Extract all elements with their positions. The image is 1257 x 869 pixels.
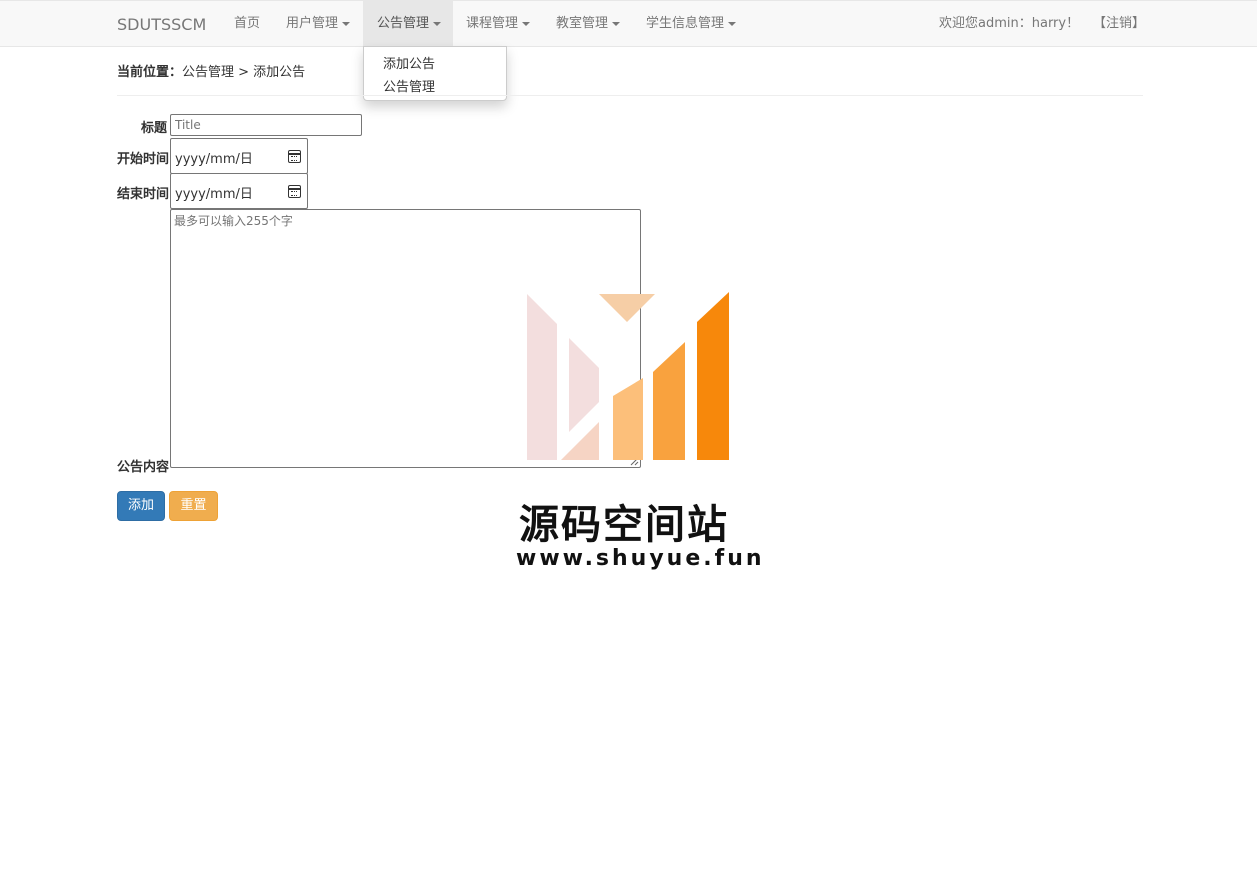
- divider: [117, 95, 1143, 96]
- breadcrumb-prefix: 当前位置：: [117, 65, 183, 80]
- caret-down-icon: [728, 21, 737, 26]
- dropdown-item-notice-management[interactable]: 公告管理: [383, 76, 435, 95]
- nav-home-label: 首页: [234, 16, 261, 31]
- nav-classroom-management[interactable]: 教室管理: [542, 1, 634, 46]
- nav-home[interactable]: 首页: [220, 1, 274, 46]
- start-date-input[interactable]: yyyy/mm/日: [170, 138, 308, 174]
- watermark-title: 源码空间站: [519, 502, 729, 548]
- nav-user-management[interactable]: 用户管理: [272, 1, 364, 46]
- reset-button[interactable]: 重置: [169, 491, 218, 521]
- end-date-placeholder: yyyy/mm/日: [175, 187, 253, 202]
- caret-down-icon: [612, 21, 621, 26]
- nav-student-info-management-label: 学生信息管理: [646, 16, 725, 31]
- title-input[interactable]: [170, 114, 362, 136]
- caret-down-icon: [522, 21, 531, 26]
- nav-student-info-management[interactable]: 学生信息管理: [632, 1, 750, 46]
- end-time-label: 结束时间: [117, 187, 170, 202]
- brand-logo[interactable]: SDUTSSCM: [117, 15, 206, 34]
- caret-down-icon: [342, 21, 351, 26]
- caret-down-icon: [433, 21, 442, 26]
- calendar-icon[interactable]: [288, 150, 301, 163]
- nav-notice-management[interactable]: 公告管理: [363, 1, 453, 46]
- end-date-input[interactable]: yyyy/mm/日: [170, 173, 308, 209]
- start-time-label: 开始时间: [117, 152, 170, 167]
- welcome-text: 欢迎您admin：harry！: [939, 16, 1080, 31]
- nav-classroom-management-label: 教室管理: [556, 16, 609, 31]
- dropdown-item-add-notice[interactable]: 添加公告: [383, 53, 435, 72]
- content-label: 公告内容: [117, 460, 170, 475]
- notice-dropdown-menu: 添加公告 公告管理: [363, 46, 507, 101]
- breadcrumb: 当前位置：公告管理 > 添加公告: [117, 61, 305, 80]
- watermark-logo-icon: [527, 292, 729, 460]
- logout-link[interactable]: 【注销】: [1093, 1, 1145, 46]
- add-button[interactable]: 添加: [117, 491, 165, 521]
- nav-user-management-label: 用户管理: [286, 16, 339, 31]
- watermark-url: www.shuyue.fun: [516, 546, 765, 571]
- calendar-icon[interactable]: [288, 185, 301, 198]
- nav-course-management-label: 课程管理: [466, 16, 519, 31]
- breadcrumb-path: 公告管理 > 添加公告: [182, 65, 306, 80]
- nav-course-management[interactable]: 课程管理: [452, 1, 544, 46]
- content-placeholder: 最多可以输入255个字: [174, 214, 293, 228]
- title-label: 标题: [140, 121, 167, 136]
- top-navbar: SDUTSSCM 首页 用户管理 公告管理 课程管理 教室管理 学生信息管理 欢…: [0, 0, 1257, 47]
- start-date-placeholder: yyyy/mm/日: [175, 152, 253, 167]
- nav-notice-management-label: 公告管理: [377, 16, 430, 31]
